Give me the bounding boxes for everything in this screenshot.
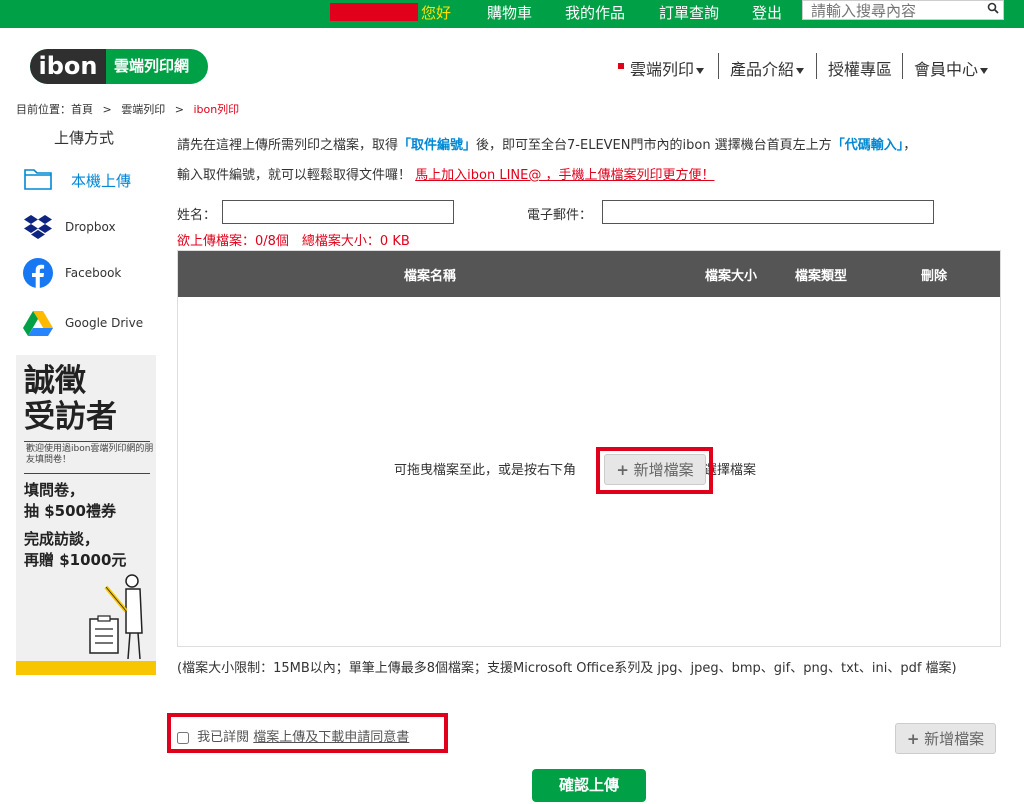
ibon-logo[interactable]: ibon 雲端列印網: [30, 49, 208, 84]
nav-cloud-print-label: 雲端列印: [630, 60, 695, 79]
drop-hint-text: 可拖曳檔案至此，或是按右下角: [394, 463, 577, 478]
col-delete: 刪除: [921, 269, 948, 284]
line-promo-link[interactable]: 馬上加入ibon LINE@ ，手機上傳檔案列印更方便！: [415, 168, 714, 183]
sidebar-item-label: Google Drive: [65, 316, 144, 330]
sidebar-item-google-drive[interactable]: Google Drive: [22, 306, 162, 340]
nav-divider: [902, 53, 903, 79]
breadcrumb-home[interactable]: 目前位置：首頁: [16, 103, 93, 116]
agreement-row: 我已詳閱 檔案上傳及下載申請同意書: [177, 726, 409, 745]
file-limit-note: (檔案大小限制：15MB以內；單筆上傳最多8個檔案；支援Microsoft Of…: [177, 661, 957, 676]
breadcrumb-sep: >: [174, 103, 184, 116]
ad-divider: [24, 473, 150, 474]
chevron-down-icon: [980, 67, 989, 74]
google-drive-icon: [23, 311, 53, 336]
sidebar-title: 上傳方式: [54, 129, 115, 147]
nav-cloud-print[interactable]: 雲端列印: [630, 56, 705, 80]
instructions-text: ，: [903, 138, 917, 153]
nav-member[interactable]: 會員中心: [914, 56, 989, 80]
sidebar-item-local-upload[interactable]: 本機上傳: [22, 163, 152, 197]
sidebar-item-label: 本機上傳: [71, 172, 132, 190]
logo-site-name: 雲端列印網: [114, 57, 190, 75]
code-input-term: 「代碼輸入」: [831, 138, 904, 153]
nav-products-label: 產品介紹: [730, 60, 795, 79]
dropbox-icon: [24, 215, 52, 239]
my-works-link[interactable]: 我的作品: [565, 2, 625, 23]
plus-icon: +: [906, 730, 920, 748]
greeting: 您好: [421, 4, 452, 22]
add-file-label: 新增檔案: [924, 730, 985, 748]
breadcrumb-sep: >: [102, 103, 112, 116]
ad-offer-line4: 再贈 $1000元: [24, 551, 127, 569]
ad-heading-line1: 誠徵: [24, 363, 86, 399]
sidebar-item-label: Dropbox: [65, 220, 116, 234]
search-input[interactable]: [803, 2, 978, 20]
sidebar-item-label: Facebook: [65, 266, 122, 280]
agreement-link[interactable]: 檔案上傳及下載申請同意書: [253, 730, 409, 745]
ad-offer-line1: 填問卷，: [24, 481, 85, 499]
upload-instructions: 請先在這裡上傳所需列印之檔案，取得「取件編號」後，即可至全台7-ELEVEN門市…: [177, 131, 1007, 191]
folder-icon: [24, 169, 52, 190]
ad-divider: [24, 441, 150, 442]
nav-member-label: 會員中心: [914, 60, 979, 79]
sidebar-item-dropbox[interactable]: Dropbox: [22, 211, 152, 245]
logo-brand: ibon: [30, 49, 106, 84]
col-filesize: 檔案大小: [705, 269, 758, 284]
nav-divider: [718, 53, 719, 79]
add-file-button[interactable]: + 新增檔案: [895, 723, 996, 754]
add-file-label: 新增檔案: [633, 461, 694, 479]
breadcrumb-cloud-print[interactable]: 雲端列印: [121, 103, 165, 116]
instructions-text: 請先在這裡上傳所需列印之檔案，取得: [177, 138, 399, 153]
email-label: 電子郵件：: [527, 208, 593, 223]
confirm-upload-button[interactable]: 確認上傳: [532, 769, 646, 802]
col-filetype: 檔案類型: [795, 269, 848, 284]
name-field[interactable]: [222, 200, 454, 224]
survey-ad-banner[interactable]: 誠徵 受訪者 歡迎使用過ibon雲端列印網的朋友填問卷！ 填問卷， 抽 $500…: [16, 355, 156, 675]
file-table: 檔案名稱 檔案大小 檔案類型 刪除 可拖曳檔案至此，或是按右下角 來選擇檔案 + …: [177, 250, 1001, 647]
facebook-icon: [23, 258, 53, 288]
breadcrumb-current: ibon列印: [193, 103, 240, 116]
sidebar-item-facebook[interactable]: Facebook: [22, 257, 152, 291]
pickup-code-term: 「取件編號」: [398, 138, 477, 153]
username-redacted: [330, 3, 418, 21]
cart-link[interactable]: 購物車: [487, 2, 532, 23]
person-illustration: [89, 574, 143, 660]
chevron-down-icon: [796, 67, 805, 74]
upload-count-info: 欲上傳檔案：0/8個 總檔案大小：0 KB: [177, 234, 410, 249]
agreement-checkbox[interactable]: [177, 731, 189, 744]
instructions-text: 輸入取件編號，就可以輕鬆取得文件囉！: [177, 168, 412, 183]
search-box: [802, 0, 1004, 20]
instructions-line2: 輸入取件編號，就可以輕鬆取得文件囉！ 馬上加入ibon LINE@ ，手機上傳檔…: [177, 161, 1007, 191]
name-label: 姓名：: [177, 208, 217, 223]
nav-license[interactable]: 授權專區: [828, 56, 892, 80]
nav-license-label: 授權專區: [828, 60, 893, 79]
agreement-prefix: 我已詳閱: [197, 730, 250, 745]
top-bar: 您好 購物車 我的作品 訂單查詢 登出: [0, 0, 1024, 28]
col-filename: 檔案名稱: [404, 269, 457, 284]
table-header: 檔案名稱 檔案大小 檔案類型 刪除: [178, 251, 1000, 297]
nav-products[interactable]: 產品介紹: [730, 56, 805, 80]
ad-heading-line2: 受訪者: [24, 399, 117, 435]
order-query-link[interactable]: 訂單查詢: [659, 2, 719, 23]
nav-divider: [816, 53, 817, 79]
plus-icon: +: [616, 461, 629, 479]
nav-active-marker: [618, 63, 624, 69]
breadcrumb: 目前位置：首頁 > 雲端列印 > ibon列印: [16, 101, 239, 117]
instructions-text: 後，即可至全台7-ELEVEN門市內的ibon 選擇機台首頁左上方: [476, 138, 832, 153]
ad-offer-line2: 抽 $500禮券: [24, 502, 116, 520]
search-icon[interactable]: [987, 2, 999, 16]
ad-description: 歡迎使用過ibon雲端列印網的朋友填問卷！: [26, 444, 154, 465]
email-field[interactable]: [602, 200, 934, 224]
add-file-button-inline[interactable]: + 新增檔案: [604, 454, 706, 485]
chevron-down-icon: [696, 67, 705, 74]
logout-link[interactable]: 登出: [752, 2, 782, 23]
instructions-line1: 請先在這裡上傳所需列印之檔案，取得「取件編號」後，即可至全台7-ELEVEN門市…: [177, 131, 1007, 161]
ad-offer-line3: 完成訪談，: [24, 530, 100, 548]
